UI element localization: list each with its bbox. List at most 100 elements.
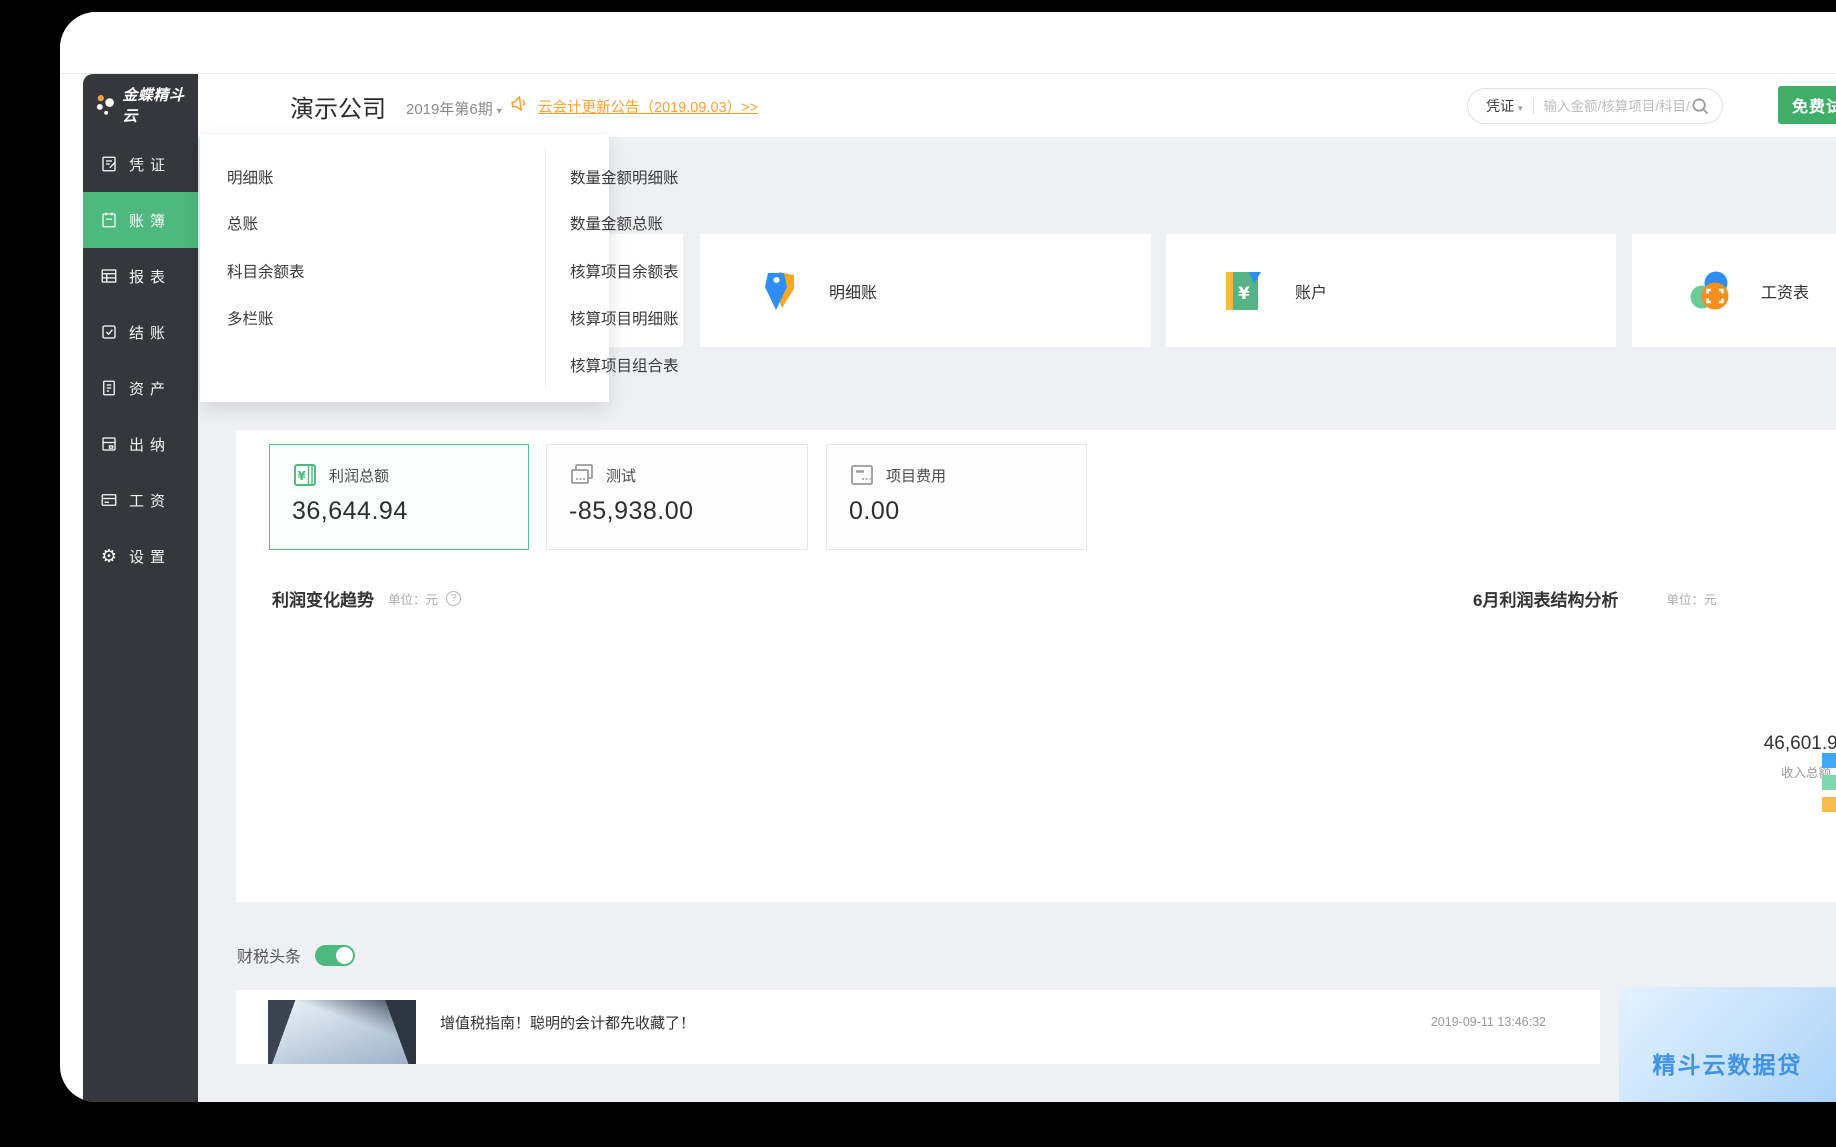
trend-chart-title: 利润变化趋势 [272, 586, 374, 611]
menu-item-dim-detail[interactable]: 核算项目明细账 [570, 307, 679, 329]
legend-swatch [1822, 775, 1836, 790]
closing-check-icon [100, 323, 118, 341]
sidebar-item-settings[interactable]: ⚙ 设置 [83, 528, 198, 584]
period-selector[interactable]: 2019年第6期▾ [406, 98, 502, 119]
free-trial-button[interactable]: 免费试 [1778, 86, 1836, 124]
menu-item-dim-balance[interactable]: 核算项目余额表 [570, 260, 679, 282]
ledger-icon [100, 211, 118, 229]
test-card-icon [569, 462, 595, 488]
global-search: 凭证▾ [1467, 88, 1723, 124]
sidebar-item-label: 资产 [129, 378, 171, 399]
news-timestamp: 2019-09-11 13:46:32 [1431, 1015, 1546, 1029]
stat-card-test[interactable]: 测试 -85,938.00 [546, 444, 808, 550]
menu-item-dim-combo[interactable]: 核算项目组合表 [570, 354, 679, 376]
sidebar-item-label: 设置 [129, 546, 171, 567]
stat-card-label: 测试 [606, 465, 636, 486]
help-icon[interactable]: ? [446, 591, 461, 606]
news-thumbnail [268, 1000, 416, 1064]
structure-chart-unit: 单位：元 [1666, 589, 1716, 608]
stat-card-label: 利润总额 [329, 465, 389, 486]
data-loan-promo-banner[interactable]: 精斗云数据贷 [1619, 987, 1836, 1102]
expense-form-icon [849, 462, 875, 488]
stat-card-value: 36,644.94 [292, 497, 528, 526]
shortcut-card-detail-ledger[interactable]: 明细账 [700, 234, 1151, 347]
news-title: 增值税指南！聪明的会计都先收藏了！ [440, 1012, 695, 1033]
voucher-icon [100, 155, 118, 173]
cashier-icon [100, 435, 118, 453]
stat-card-project-expense[interactable]: 项目费用 0.00 [826, 444, 1087, 550]
stat-card-value: -85,938.00 [569, 497, 807, 526]
dashboard-panel: ¥ 利润总额 36,644.94 测试 -85,938.00 [236, 430, 1836, 902]
sidebar-item-voucher[interactable]: 凭证 [83, 136, 198, 192]
news-section-header: 财税头条 [237, 943, 355, 967]
search-icon[interactable] [1691, 97, 1710, 116]
svg-text:¥: ¥ [1238, 284, 1250, 304]
promo-label: 精斗云数据贷 [1619, 1046, 1836, 1080]
app-window: 金蝶精斗云 凭证 账簿 报表 [60, 12, 1836, 1102]
chevron-down-icon: ▾ [497, 106, 502, 117]
stat-card-total-profit[interactable]: ¥ 利润总额 36,644.94 [269, 444, 529, 550]
profit-icon: ¥ [292, 462, 318, 488]
shortcut-card-label: 明细账 [829, 279, 877, 303]
menu-item-qty-general-ledger[interactable]: 数量金额总账 [570, 212, 663, 234]
sidebar-item-closing[interactable]: 结账 [83, 304, 198, 360]
header: 演示公司 2019年第6期▾ 云会计更新公告（2019.09.03）>> 凭证▾… [198, 74, 1836, 137]
news-section-label: 财税头条 [237, 943, 301, 967]
sidebar-item-label: 凭证 [129, 154, 171, 175]
assets-icon [100, 379, 118, 397]
shortcut-card-accounts[interactable]: ¥ 账户 [1166, 234, 1616, 347]
toggle-knob [336, 947, 353, 964]
svg-text:¥: ¥ [298, 469, 307, 483]
structure-chart-header: 6月利润表结构分析 单位：元 [1473, 586, 1716, 611]
wallet-icon: ¥ [1221, 268, 1267, 314]
gear-icon: ⚙ [100, 547, 118, 565]
legend-swatch [1822, 753, 1836, 768]
divider [545, 149, 546, 388]
chevron-down-icon: ▾ [1518, 103, 1523, 113]
menu-item-account-balance[interactable]: 科目余额表 [227, 260, 305, 282]
sidebar: 金蝶精斗云 凭证 账簿 报表 [83, 74, 198, 1102]
menu-item-qty-detail-ledger[interactable]: 数量金额明细账 [570, 166, 679, 188]
sidebar-item-label: 结账 [129, 322, 171, 343]
legend-swatch [1822, 797, 1836, 812]
sidebar-item-report[interactable]: 报表 [83, 248, 198, 304]
search-input[interactable] [1544, 99, 1691, 114]
shortcut-card-payslip[interactable]: 工资表 [1632, 234, 1836, 347]
structure-chart-title: 6月利润表结构分析 [1473, 586, 1618, 611]
sidebar-item-label: 出纳 [129, 434, 171, 455]
sidebar-item-cashier[interactable]: 出纳 [83, 416, 198, 472]
stat-card-value: 0.00 [849, 497, 1086, 526]
sidebar-item-label: 工资 [129, 490, 171, 511]
payroll-icon [100, 491, 118, 509]
structure-chart-center: 46,601.94 收入总额 [1698, 733, 1836, 781]
window-titlebar [60, 12, 1836, 74]
menu-item-detail-ledger[interactable]: 明细账 [227, 166, 274, 188]
announcement-link[interactable]: 云会计更新公告（2019.09.03）>> [538, 96, 758, 117]
sidebar-item-payroll[interactable]: 工资 [83, 472, 198, 528]
search-category-dropdown[interactable]: 凭证▾ [1486, 96, 1523, 116]
news-item[interactable]: 增值税指南！聪明的会计都先收藏了！ 2019-09-11 13:46:32 [236, 990, 1600, 1064]
sidebar-item-label: 账簿 [129, 210, 171, 231]
sidebar-item-assets[interactable]: 资产 [83, 360, 198, 416]
report-icon [100, 267, 118, 285]
logo-text: 金蝶精斗云 [122, 84, 198, 126]
shortcut-card-label: 工资表 [1761, 279, 1809, 303]
payslip-icon [1687, 268, 1733, 314]
ledger-dropdown-menu: 明细账 总账 科目余额表 多栏账 数量金额明细账 数量金额总账 核算项目余额表 … [200, 135, 609, 402]
sidebar-item-label: 报表 [129, 266, 171, 287]
app-logo: 金蝶精斗云 [83, 74, 198, 136]
tags-icon [755, 268, 801, 314]
menu-item-general-ledger[interactable]: 总账 [227, 212, 258, 234]
income-total-label: 收入总额 [1698, 762, 1836, 781]
stat-card-label: 项目费用 [886, 465, 946, 486]
sidebar-item-ledger[interactable]: 账簿 [83, 192, 198, 248]
trend-chart-unit: 单位：元 [388, 589, 438, 608]
company-name: 演示公司 [290, 89, 386, 124]
income-total-value: 46,601.94 [1698, 733, 1836, 755]
trend-chart-header: 利润变化趋势 单位：元 ? [272, 586, 461, 611]
shortcut-card-label: 账户 [1295, 279, 1327, 303]
logo-dots-icon [93, 92, 118, 118]
divider [1533, 98, 1534, 114]
menu-item-multi-column[interactable]: 多栏账 [227, 307, 274, 329]
news-toggle[interactable] [315, 945, 355, 966]
